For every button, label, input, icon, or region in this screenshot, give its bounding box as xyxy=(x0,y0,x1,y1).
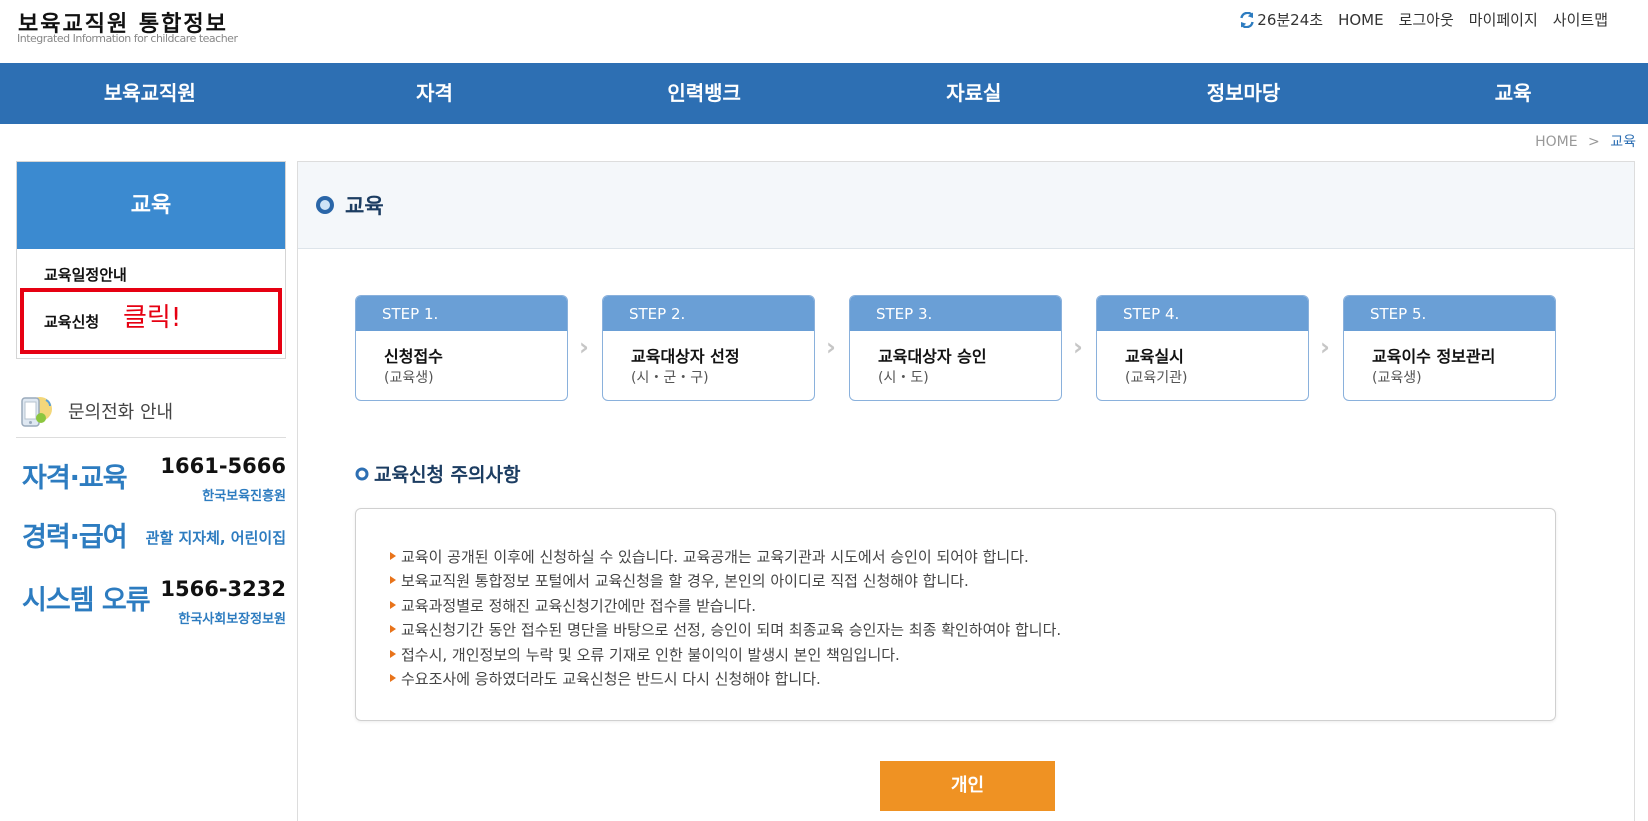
contact-org: 한국보육진흥원 xyxy=(202,489,286,504)
mypage-link[interactable]: 마이페이지 xyxy=(1469,9,1538,30)
notice-item: 수요조사에 응하였더라도 교육신청은 반드시 다시 신청해야 합니다. xyxy=(388,667,1061,691)
step-process: STEP 1. 신청접수 (교육생) › STEP 2. 교육대상자 선정 (시… xyxy=(355,295,1556,403)
nav-item-qualification[interactable]: 자격 xyxy=(300,63,570,124)
contact-header: 문의전화 안내 xyxy=(16,384,286,438)
step-title: 교육실시 xyxy=(1125,347,1184,366)
breadcrumb-separator: > xyxy=(1588,134,1600,150)
breadcrumb-current: 교육 xyxy=(1610,134,1636,150)
main-content: 교육 STEP 1. 신청접수 (교육생) › STEP 2. 교육대상자 선정… xyxy=(297,161,1635,821)
contact-qualification-education: 자격·교육 1661-5666 한국보육진흥원 xyxy=(22,452,286,512)
sidebar-menu: 교육 교육일정안내 교육신청 클릭! xyxy=(16,161,286,359)
contact-phone: 1566-3232 xyxy=(160,577,286,601)
step-label: STEP 1. xyxy=(356,296,567,331)
notice-list: 교육이 공개된 이후에 신청하실 수 있습니다. 교육공개는 교육기관과 시도에… xyxy=(388,545,1061,691)
page-title-text: 교육 xyxy=(345,194,384,218)
contact-title: 문의전화 안내 xyxy=(68,401,174,423)
chevron-right-icon: › xyxy=(1073,333,1083,361)
notice-item: 교육과정별로 정해진 교육신청기간에만 접수를 받습니다. xyxy=(388,594,1061,618)
nav-item-education[interactable]: 교육 xyxy=(1378,63,1648,124)
contact-category: 자격·교육 xyxy=(22,463,128,494)
step-title: 신청접수 xyxy=(384,347,443,366)
session-timer-text: 26분24초 xyxy=(1257,11,1324,29)
notice-item: 보육교직원 통합정보 포털에서 교육신청을 할 경우, 본인의 아이디로 직접 … xyxy=(388,569,1061,593)
refresh-icon[interactable] xyxy=(1239,11,1255,28)
phone-guide-icon xyxy=(21,396,52,427)
personal-apply-button[interactable]: 개인 xyxy=(880,761,1055,811)
breadcrumb: HOME > 교육 xyxy=(1535,131,1636,151)
nav-item-information[interactable]: 정보마당 xyxy=(1109,63,1379,124)
notice-box: 교육이 공개된 이후에 신청하실 수 있습니다. 교육공개는 교육기관과 시도에… xyxy=(355,508,1556,721)
nav-item-resources[interactable]: 자료실 xyxy=(839,63,1109,124)
contact-org: 한국사회보장정보원 xyxy=(178,612,286,627)
site-header: 보육교직원 통합정보 Integrated Information for ch… xyxy=(0,0,1648,63)
step-card: STEP 2. 교육대상자 선정 (시・군・구) xyxy=(602,295,815,401)
step-title: 교육대상자 선정 xyxy=(631,347,740,366)
step-card: STEP 1. 신청접수 (교육생) xyxy=(355,295,568,401)
chevron-right-icon: › xyxy=(1320,333,1330,361)
chevron-right-icon: › xyxy=(826,333,836,361)
step-subtitle: (시・도) xyxy=(878,370,929,386)
notice-heading-text: 교육신청 주의사항 xyxy=(374,464,521,486)
title-bullet-icon xyxy=(316,196,334,214)
contact-note: 관할 지자체, 어린이집 xyxy=(145,529,286,547)
step-label: STEP 5. xyxy=(1344,296,1555,331)
breadcrumb-home[interactable]: HOME xyxy=(1535,134,1577,150)
nav-item-childcare-staff[interactable]: 보육교직원 xyxy=(0,63,300,124)
utility-links: 26분24초 HOME 로그아웃 마이페이지 사이트맵 xyxy=(1239,9,1608,30)
step-label: STEP 3. xyxy=(850,296,1061,331)
sidebar-title: 교육 xyxy=(17,162,285,249)
chevron-right-icon: › xyxy=(579,333,589,361)
notice-item: 접수시, 개인정보의 누락 및 오류 기재로 인한 불이익이 발생시 본인 책임… xyxy=(388,643,1061,667)
contact-phone: 1661-5666 xyxy=(160,454,286,478)
notice-item: 교육신청기간 동안 접수된 명단을 바탕으로 선정, 승인이 되며 최종교육 승… xyxy=(388,618,1061,642)
step-subtitle: (교육생) xyxy=(384,370,434,386)
step-title: 교육이수 정보관리 xyxy=(1372,347,1496,366)
contact-career-salary: 경력·급여 관할 지자체, 어린이집 xyxy=(22,515,286,555)
home-link[interactable]: HOME xyxy=(1338,11,1384,29)
step-label: STEP 4. xyxy=(1097,296,1308,331)
site-logo-subtitle: Integrated Information for childcare tea… xyxy=(17,32,238,45)
step-subtitle: (교육생) xyxy=(1372,370,1422,386)
sitemap-link[interactable]: 사이트맵 xyxy=(1553,9,1608,30)
step-card: STEP 5. 교육이수 정보관리 (교육생) xyxy=(1343,295,1556,401)
notice-heading: 교육신청 주의사항 xyxy=(355,460,520,487)
contact-system-error: 시스템 오류 1566-3232 한국사회보장정보원 xyxy=(22,576,286,636)
ring-bullet-icon xyxy=(355,467,369,480)
sidebar-item-education-schedule[interactable]: 교육일정안내 xyxy=(44,264,127,285)
nav-item-talent-bank[interactable]: 인력뱅크 xyxy=(569,63,839,124)
step-title: 교육대상자 승인 xyxy=(878,347,987,366)
notice-item: 교육이 공개된 이후에 신청하실 수 있습니다. 교육공개는 교육기관과 시도에… xyxy=(388,545,1061,569)
main-header: 교육 xyxy=(298,162,1634,249)
step-card: STEP 4. 교육실시 (교육기관) xyxy=(1096,295,1309,401)
step-label: STEP 2. xyxy=(603,296,814,331)
step-subtitle: (교육기관) xyxy=(1125,370,1188,386)
session-timer[interactable]: 26분24초 xyxy=(1239,9,1323,30)
main-navigation: 보육교직원 자격 인력뱅크 자료실 정보마당 교육 xyxy=(0,63,1648,124)
click-annotation: 클릭! xyxy=(123,303,182,333)
page-title: 교육 xyxy=(315,190,384,220)
contact-category: 시스템 오류 xyxy=(22,585,151,616)
contact-category: 경력·급여 xyxy=(22,522,128,553)
step-card: STEP 3. 교육대상자 승인 (시・도) xyxy=(849,295,1062,401)
step-subtitle: (시・군・구) xyxy=(631,370,709,386)
logout-link[interactable]: 로그아웃 xyxy=(1399,9,1454,30)
